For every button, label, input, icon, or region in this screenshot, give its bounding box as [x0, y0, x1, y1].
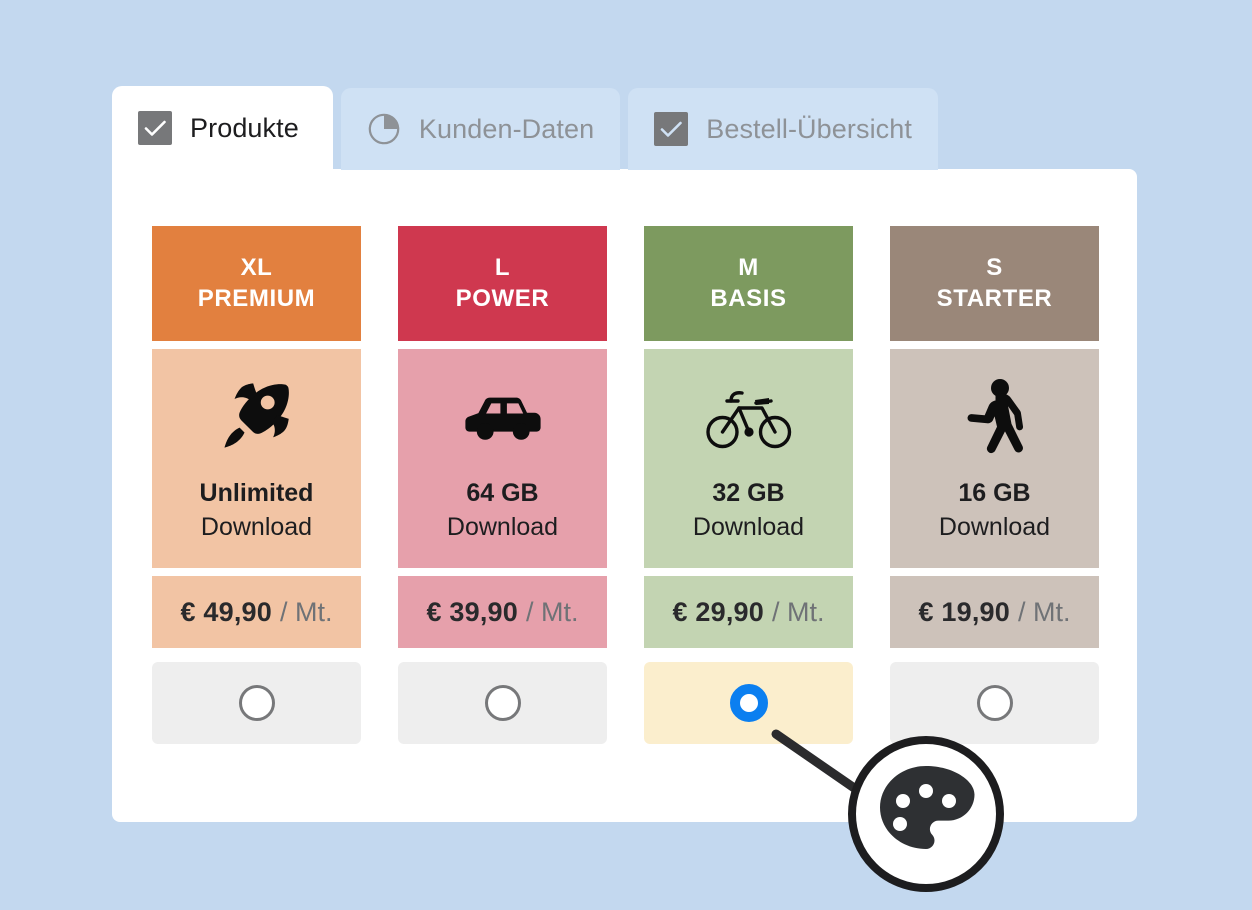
plan-header: XL PREMIUM: [152, 226, 361, 341]
rocket-icon: [214, 373, 300, 465]
plan-select-cell-s[interactable]: [890, 662, 1099, 744]
plan-column-s: S STARTER 16 GB Download € 19,90 / Mt.: [890, 226, 1099, 744]
tab-bestell-uebersicht[interactable]: Bestell-Übersicht: [628, 88, 938, 170]
plan-price-cell: € 19,90 / Mt.: [890, 576, 1099, 648]
tab-kunden-daten[interactable]: Kunden-Daten: [340, 88, 621, 170]
plan-price: € 39,90: [426, 596, 518, 627]
plan-column-l: L POWER 64 GB Download € 39,90 / Mt.: [398, 226, 607, 744]
plan-feature-cell: Unlimited Download: [152, 349, 361, 568]
radio-button-s[interactable]: [976, 685, 1013, 721]
plan-amount: 32 GB: [712, 478, 785, 507]
plan-sub: Download: [938, 512, 1051, 541]
walking-person-icon: [964, 373, 1026, 465]
plan-column-xl: XL PREMIUM Unlimited Download € 49,90 / …: [152, 226, 361, 744]
plan-name: BASIS: [710, 285, 787, 312]
tab-label: Kunden-Daten: [418, 113, 595, 144]
plan-size: S: [986, 254, 1003, 281]
plan-name: PREMIUM: [197, 285, 316, 312]
plan-price-unit: / Mt.: [525, 596, 579, 627]
plan-header: M BASIS: [644, 226, 853, 341]
cursor-badge[interactable]: [845, 733, 1007, 895]
plan-price: € 19,90: [918, 596, 1010, 627]
plan-price-cell: € 39,90 / Mt.: [398, 576, 607, 648]
plan-feature-cell: 64 GB Download: [398, 349, 607, 568]
plan-column-m: M BASIS 32 GB Download € 29,90 / Mt.: [644, 226, 853, 744]
plan-amount: 64 GB: [466, 478, 539, 507]
plan-price-cell: € 29,90 / Mt.: [644, 576, 853, 648]
plan-name: STARTER: [936, 285, 1053, 312]
tab-strip: Produkte Kunden-Daten Bestell-Übersicht: [112, 86, 938, 170]
plan-size: XL: [240, 254, 273, 281]
plan-select-cell-m[interactable]: [644, 662, 853, 744]
plan-feature-cell: 16 GB Download: [890, 349, 1099, 568]
checkbox-checked-icon: [654, 112, 689, 146]
plan-header: S STARTER: [890, 226, 1099, 341]
checkbox-checked-icon: [138, 111, 172, 145]
bicycle-icon: [705, 373, 793, 465]
plan-price-unit: / Mt.: [279, 596, 333, 627]
plan-sub: Download: [692, 512, 805, 541]
plan-name: POWER: [455, 285, 550, 312]
plan-grid: XL PREMIUM Unlimited Download € 49,90 / …: [152, 226, 1099, 744]
pie-chart-icon: [367, 112, 401, 146]
plan-amount: Unlimited: [199, 478, 314, 507]
plan-size: L: [494, 254, 511, 281]
tab-label: Bestell-Übersicht: [706, 113, 912, 144]
car-icon: [460, 373, 546, 465]
plan-sub: Download: [446, 512, 559, 541]
plan-price-unit: / Mt.: [771, 596, 825, 627]
radio-button-xl[interactable]: [238, 685, 275, 721]
plan-price: € 29,90: [672, 596, 764, 627]
tab-label: Produkte: [190, 112, 299, 143]
plan-price: € 49,90: [180, 596, 272, 627]
plan-select-cell-xl[interactable]: [152, 662, 361, 744]
plan-size: M: [738, 254, 759, 281]
plan-select-cell-l[interactable]: [398, 662, 607, 744]
plan-amount: 16 GB: [958, 478, 1031, 507]
product-card-panel: XL PREMIUM Unlimited Download € 49,90 / …: [112, 169, 1137, 822]
radio-button-m[interactable]: [729, 684, 768, 722]
plan-price-cell: € 49,90 / Mt.: [152, 576, 361, 648]
plan-header: L POWER: [398, 226, 607, 341]
radio-button-l[interactable]: [484, 685, 521, 721]
plan-sub: Download: [200, 512, 313, 541]
tab-produkte[interactable]: Produkte: [112, 86, 333, 170]
plan-feature-cell: 32 GB Download: [644, 349, 853, 568]
plan-price-unit: / Mt.: [1017, 596, 1071, 627]
